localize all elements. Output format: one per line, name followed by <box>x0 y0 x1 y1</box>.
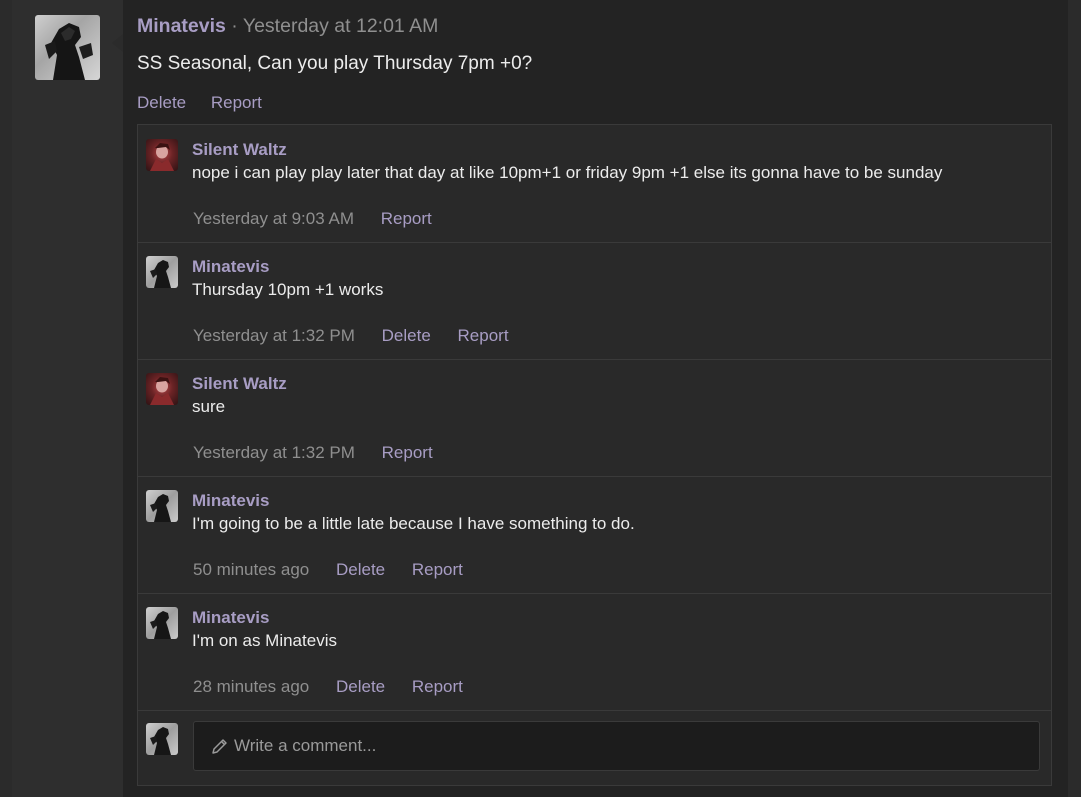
comment-time[interactable]: 50 minutes ago <box>193 560 309 579</box>
post-actions: Delete Report <box>137 93 282 113</box>
comment-avatar[interactable] <box>146 490 178 522</box>
comment-meta: Yesterday at 1:32 PM Delete Report <box>193 326 531 346</box>
post-delete-link[interactable]: Delete <box>137 93 186 112</box>
post-pointer-arrow <box>112 34 123 52</box>
comment-report-link[interactable]: Report <box>382 443 433 462</box>
comment-author[interactable]: Silent Waltz <box>192 374 287 394</box>
comment-time[interactable]: 28 minutes ago <box>193 677 309 696</box>
comment-avatar[interactable] <box>146 373 178 405</box>
composer-avatar <box>146 723 178 755</box>
comment-meta: Yesterday at 9:03 AM Report <box>193 209 454 229</box>
comment-text: I'm going to be a little late because I … <box>192 514 635 533</box>
dark-figure-icon <box>150 494 171 522</box>
comment-item: Silent Waltz sure Yesterday at 1:32 PM R… <box>138 359 1051 477</box>
comment-input-placeholder: Write a comment... <box>234 736 377 755</box>
comment-item: Minatevis Thursday 10pm +1 works Yesterd… <box>138 242 1051 360</box>
comment-composer: Write a comment... <box>138 712 1051 784</box>
comment-text: nope i can play play later that day at l… <box>192 163 943 182</box>
comment-author[interactable]: Minatevis <box>192 257 269 277</box>
post-avatar-column <box>12 0 123 797</box>
red-portrait-icon <box>150 377 174 405</box>
dark-figure-icon <box>150 727 171 755</box>
comment-item: Silent Waltz nope i can play play later … <box>138 125 1051 243</box>
comment-author[interactable]: Silent Waltz <box>192 140 287 160</box>
profile-post-page: Minatevis · Yesterday at 12:01 AM SS Sea… <box>12 0 1068 797</box>
comment-text: I'm on as Minatevis <box>192 631 337 650</box>
comment-time[interactable]: Yesterday at 1:32 PM <box>193 443 355 462</box>
comment-item: Minatevis I'm on as Minatevis 28 minutes… <box>138 593 1051 711</box>
comment-author[interactable]: Minatevis <box>192 608 269 628</box>
dark-figure-icon <box>150 611 171 639</box>
post-timestamp[interactable]: Yesterday at 12:01 AM <box>243 15 439 37</box>
post-separator: · <box>231 15 238 37</box>
comment-delete-link[interactable]: Delete <box>336 677 385 696</box>
comment-delete-link[interactable]: Delete <box>382 326 431 345</box>
post-header: Minatevis · Yesterday at 12:01 AM <box>137 15 438 38</box>
comment-meta: 50 minutes ago Delete Report <box>193 560 485 580</box>
pencil-icon <box>212 739 227 754</box>
post-author-name[interactable]: Minatevis <box>137 15 226 37</box>
comment-avatar[interactable] <box>146 256 178 288</box>
comment-avatar[interactable] <box>146 607 178 639</box>
comment-report-link[interactable]: Report <box>412 560 463 579</box>
comment-time[interactable]: Yesterday at 1:32 PM <box>193 326 355 345</box>
post-author-avatar[interactable] <box>35 15 100 80</box>
comment-time[interactable]: Yesterday at 9:03 AM <box>193 209 354 228</box>
comment-text: Thursday 10pm +1 works <box>192 280 384 299</box>
comment-avatar[interactable] <box>146 139 178 171</box>
comment-delete-link[interactable]: Delete <box>336 560 385 579</box>
comment-report-link[interactable]: Report <box>458 326 509 345</box>
comment-text: sure <box>192 397 226 416</box>
post-body: SS Seasonal, Can you play Thursday 7pm +… <box>137 53 533 74</box>
profile-post: Minatevis · Yesterday at 12:01 AM SS Sea… <box>123 0 1068 797</box>
comment-list: Silent Waltz nope i can play play later … <box>137 124 1052 786</box>
comment-author[interactable]: Minatevis <box>192 491 269 511</box>
comment-meta: 28 minutes ago Delete Report <box>193 677 485 697</box>
red-portrait-icon <box>150 143 174 171</box>
comment-meta: Yesterday at 1:32 PM Report <box>193 443 455 463</box>
dark-figure-icon <box>150 260 171 288</box>
comment-input[interactable]: Write a comment... <box>193 721 1040 771</box>
dark-figure-icon <box>45 23 93 80</box>
comment-item: Minatevis I'm going to be a little late … <box>138 476 1051 594</box>
post-report-link[interactable]: Report <box>211 93 262 112</box>
comment-report-link[interactable]: Report <box>381 209 432 228</box>
comment-report-link[interactable]: Report <box>412 677 463 696</box>
